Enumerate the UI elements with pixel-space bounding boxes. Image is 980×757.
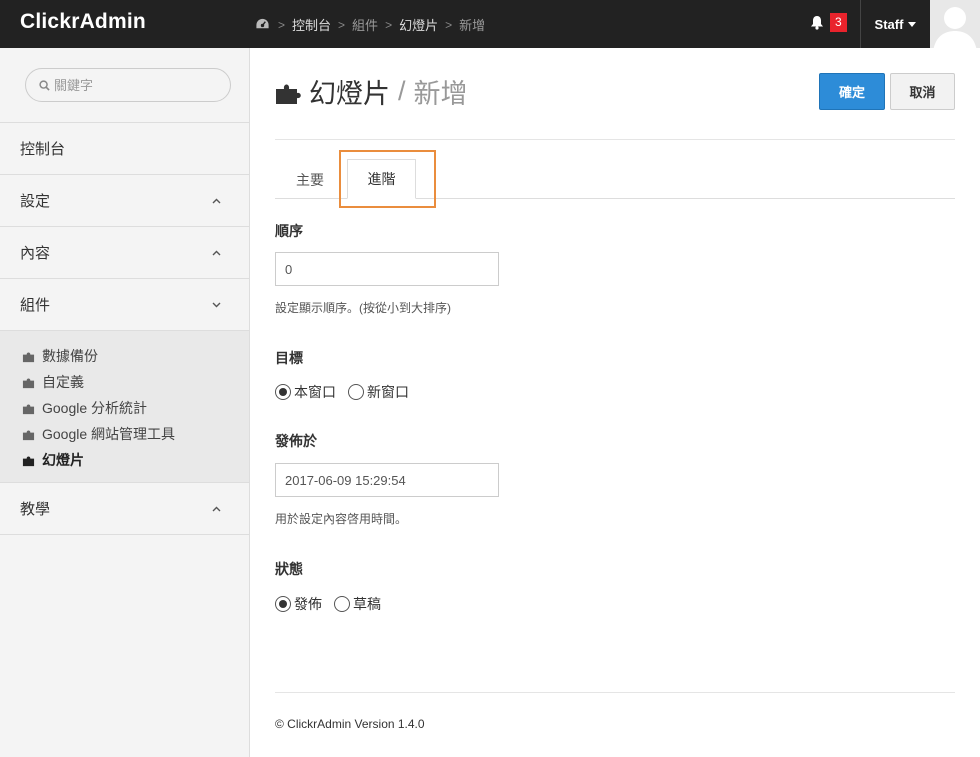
puzzle-icon: [22, 378, 35, 388]
breadcrumb-dashboard[interactable]: 控制台: [292, 15, 331, 34]
bell-icon: [811, 16, 823, 30]
puzzle-icon: [22, 352, 35, 362]
breadcrumb-separator: >: [385, 17, 393, 32]
breadcrumb-separator: >: [445, 17, 453, 32]
puzzle-icon: [276, 84, 301, 104]
order-label: 順序: [275, 223, 303, 239]
publish-date-help: 用於設定內容啓用時間。: [275, 512, 408, 526]
submenu-item-google-analytics[interactable]: Google 分析統計: [0, 395, 249, 421]
title-separator: /: [398, 76, 406, 106]
components-submenu: 數據備份 自定義 Google 分析統計 Google 網站管理工具 幻燈片: [0, 330, 249, 482]
breadcrumb-separator: >: [278, 17, 286, 32]
tab-highlight-box: [339, 150, 436, 208]
footer-divider: [275, 692, 955, 693]
radio-draft[interactable]: [334, 596, 350, 612]
sidebar-item-tutorial[interactable]: 教學: [0, 482, 249, 534]
cancel-button[interactable]: 取消: [890, 73, 955, 110]
submenu-item-label: 數據備份: [42, 348, 98, 364]
chevron-up-icon: [212, 503, 221, 515]
user-menu-button[interactable]: Staff: [860, 0, 930, 48]
submenu-item-label: 幻燈片: [42, 452, 84, 468]
search-icon: [39, 79, 50, 91]
footer-version: © ClickrAdmin Version 1.4.0: [275, 717, 425, 731]
confirm-button[interactable]: 確定: [819, 73, 885, 110]
submenu-item-label: Google 分析統計: [42, 400, 148, 416]
radio-new-window[interactable]: [348, 384, 364, 400]
notifications-button[interactable]: 3: [810, 13, 847, 32]
radio-current-window[interactable]: [275, 384, 291, 400]
submenu-item-label: Google 網站管理工具: [42, 426, 176, 442]
radio-publish[interactable]: [275, 596, 291, 612]
target-radio-group: 本窗口 新窗口: [275, 382, 421, 402]
submenu-item-backup[interactable]: 數據備份: [0, 343, 249, 369]
caret-down-icon: [908, 21, 917, 27]
status-radio-group: 發佈 草稿: [275, 594, 393, 614]
chevron-down-icon: [212, 299, 221, 311]
sidebar-item-label: 教學: [20, 501, 51, 518]
status-label: 狀態: [275, 561, 303, 577]
radio-label[interactable]: 草稿: [353, 594, 381, 614]
tab-main[interactable]: 主要: [283, 161, 337, 198]
radio-label[interactable]: 本窗口: [294, 382, 336, 402]
publish-date-label: 發佈於: [275, 433, 317, 449]
puzzle-icon: [22, 404, 35, 414]
sidebar: 控制台 設定 內容 組件 數據備份 自定義 Google 分析統計: [0, 48, 250, 757]
sidebar-item-settings[interactable]: 設定: [0, 174, 249, 226]
header-divider: [275, 139, 955, 140]
page-subtitle: 新增: [413, 79, 468, 109]
sidebar-item-content[interactable]: 內容: [0, 226, 249, 278]
puzzle-icon: [22, 430, 35, 440]
avatar[interactable]: [930, 0, 980, 48]
user-name: Staff: [874, 16, 904, 32]
search-input[interactable]: [54, 77, 214, 93]
order-input[interactable]: [275, 252, 499, 286]
submenu-item-slideshow[interactable]: 幻燈片: [0, 447, 249, 473]
order-help: 設定顯示順序。(按從小到大排序): [275, 301, 451, 315]
radio-label[interactable]: 新窗口: [367, 382, 409, 402]
breadcrumb-components[interactable]: 組件: [352, 15, 378, 34]
chevron-up-icon: [212, 195, 221, 207]
top-navbar: ClickrAdmin > 控制台 > 組件 > 幻燈片 > 新增 3 Staf…: [0, 0, 980, 48]
page-header: 幻燈片 / 新增: [275, 72, 468, 111]
target-label: 目標: [275, 350, 303, 366]
radio-label[interactable]: 發佈: [294, 594, 322, 614]
user-silhouette-icon: [930, 0, 980, 48]
submenu-item-google-webmaster[interactable]: Google 網站管理工具: [0, 421, 249, 447]
chevron-up-icon: [212, 247, 221, 259]
breadcrumb-separator: >: [338, 17, 346, 32]
submenu-item-custom[interactable]: 自定義: [0, 369, 249, 395]
brand-logo[interactable]: ClickrAdmin: [20, 10, 146, 34]
puzzle-icon: [22, 456, 35, 466]
sidebar-divider: [0, 534, 249, 535]
publish-date-input[interactable]: [275, 463, 499, 497]
sidebar-item-label: 控制台: [20, 141, 66, 158]
breadcrumb-slideshow[interactable]: 幻燈片: [399, 15, 438, 34]
dashboard-icon[interactable]: [255, 17, 270, 32]
sidebar-item-components[interactable]: 組件: [0, 278, 249, 330]
sidebar-search: [25, 68, 231, 102]
submenu-item-label: 自定義: [42, 374, 84, 390]
sidebar-item-dashboard[interactable]: 控制台: [0, 122, 249, 174]
page-title: 幻燈片: [309, 79, 390, 109]
sidebar-item-label: 組件: [20, 297, 51, 314]
sidebar-item-label: 內容: [20, 245, 51, 262]
sidebar-item-label: 設定: [20, 193, 51, 210]
breadcrumb-current: 新增: [459, 18, 486, 33]
breadcrumb: > 控制台 > 組件 > 幻燈片 > 新增: [255, 15, 485, 34]
notification-count-badge: 3: [830, 13, 847, 32]
